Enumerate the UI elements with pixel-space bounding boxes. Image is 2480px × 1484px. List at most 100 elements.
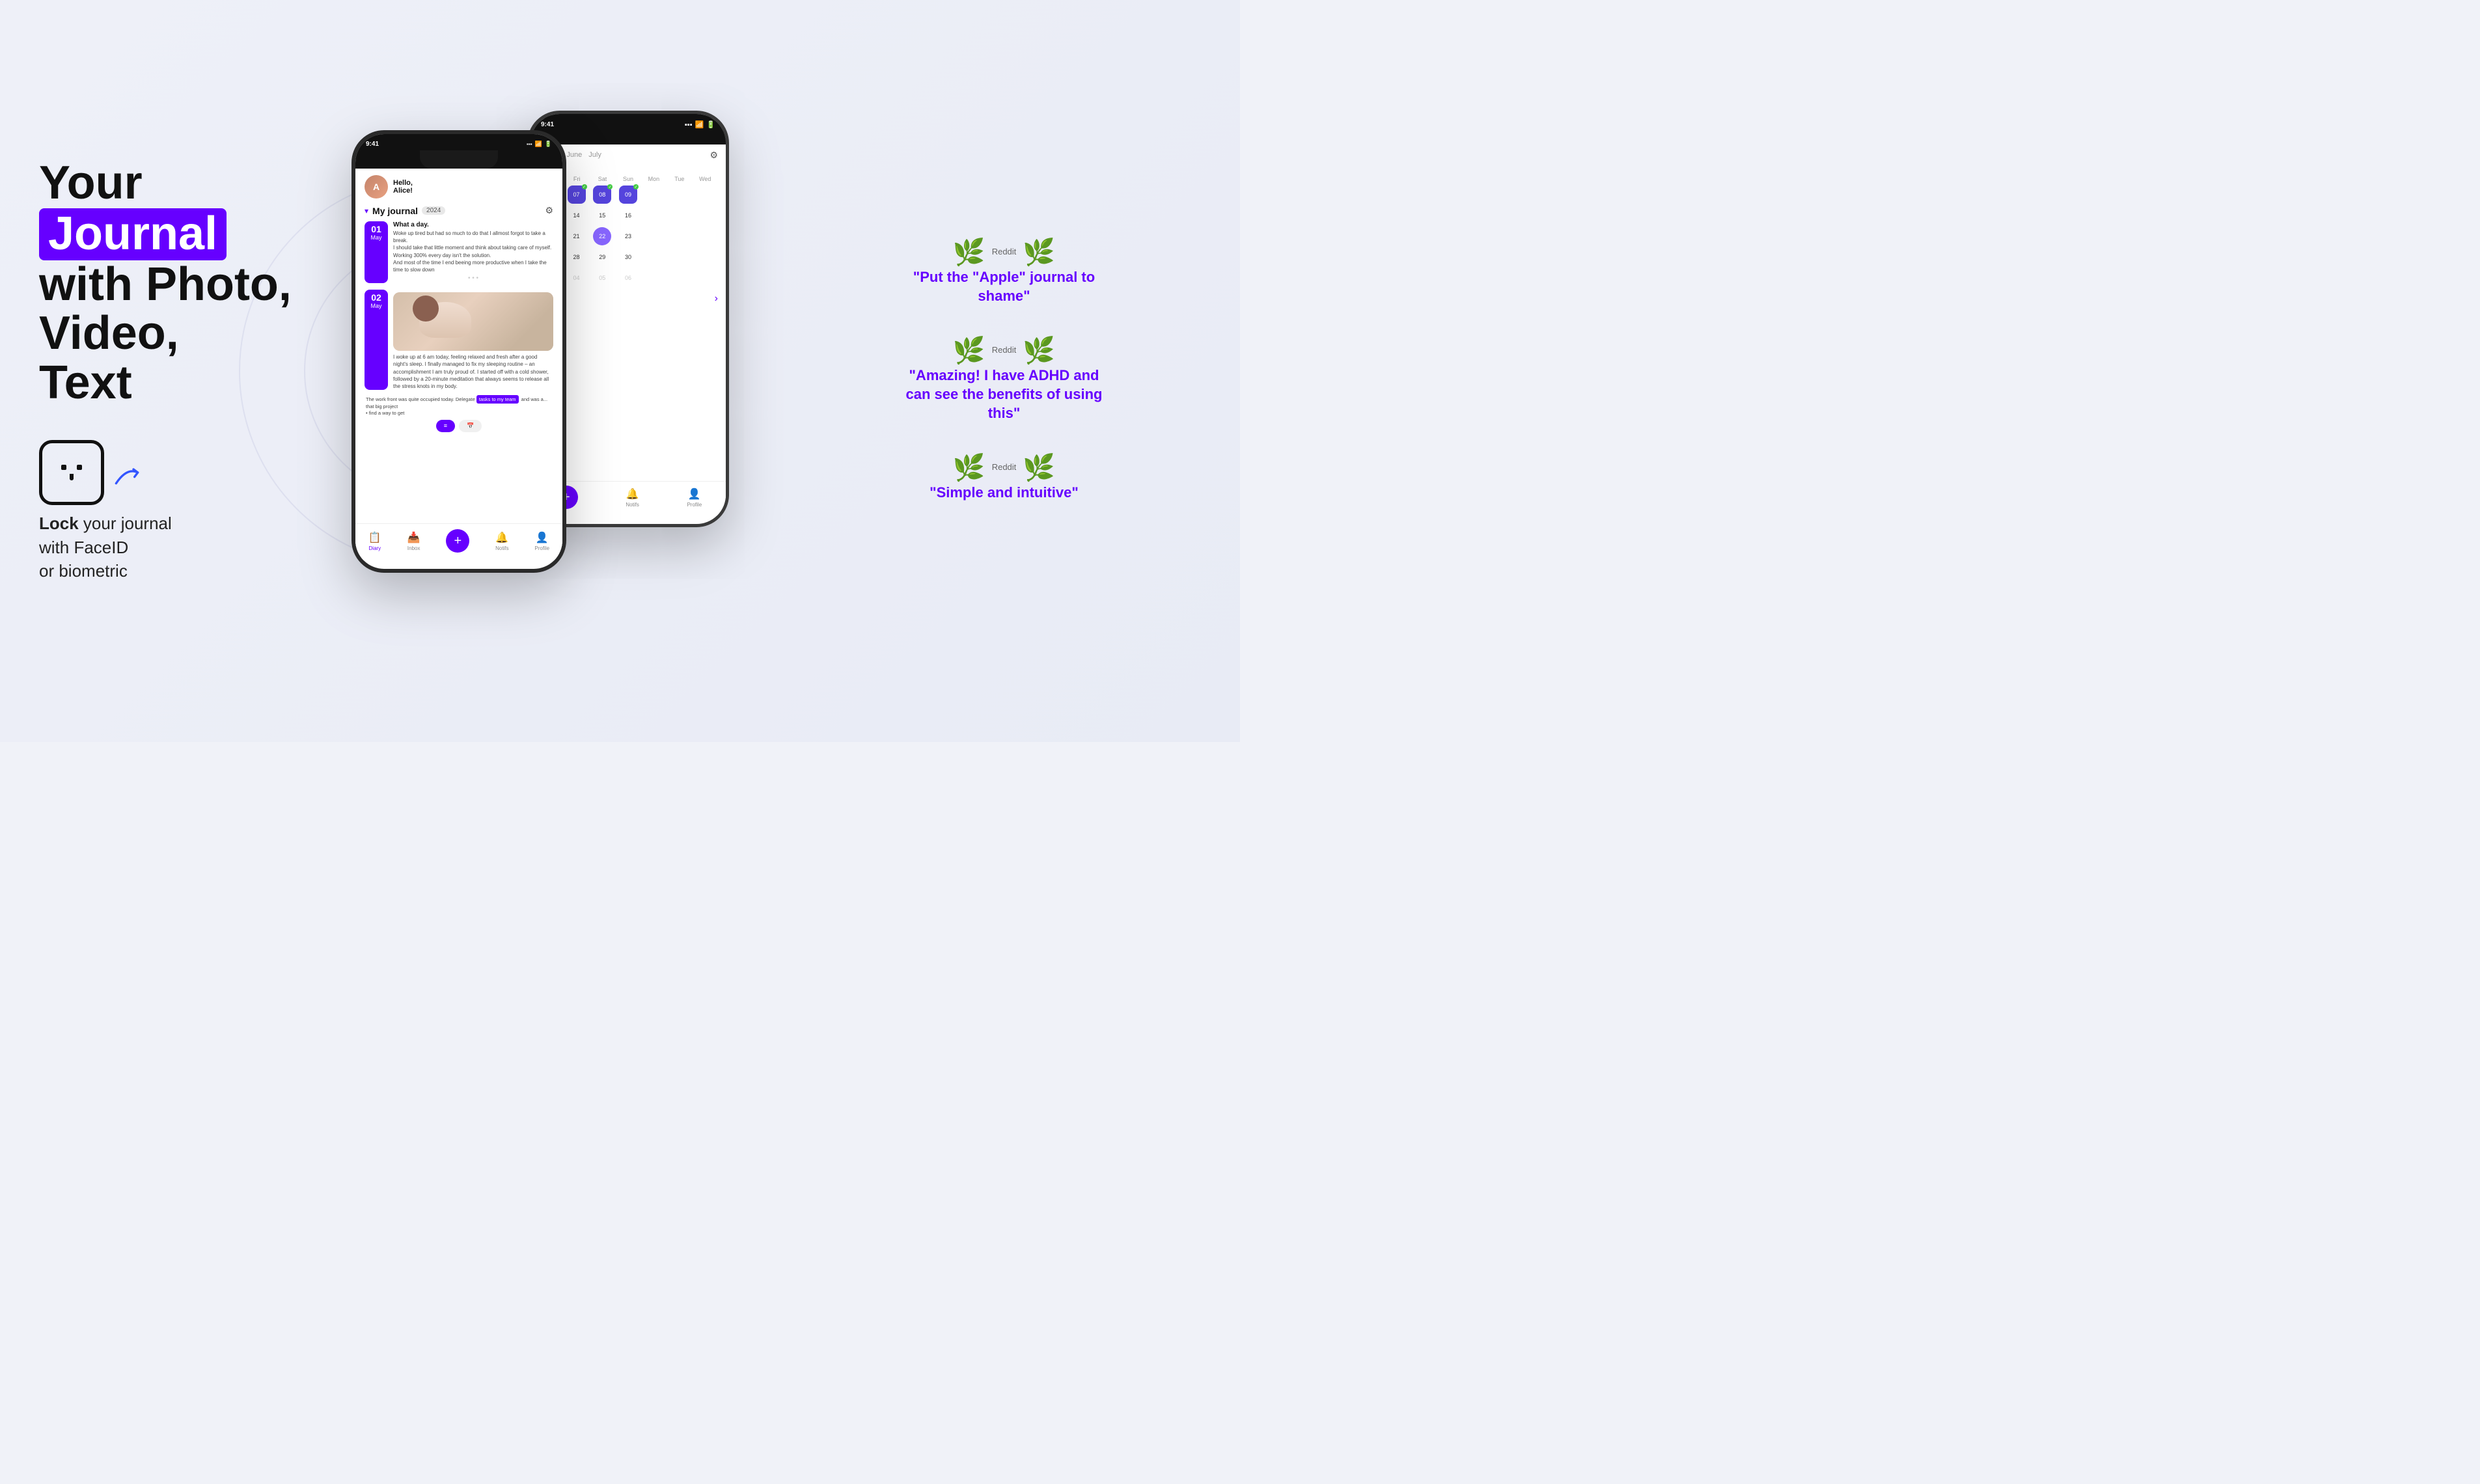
journal-chevron-icon[interactable]: ▾	[365, 206, 368, 215]
front-wifi-icon: 📶	[535, 141, 542, 148]
back-profile-label: Profile	[687, 502, 702, 508]
journal-title-row: ▾ My journal 2024 ⚙	[365, 205, 553, 216]
review-3: 🌿 Reddit 🌿 "Simple and intuitive"	[930, 455, 1079, 502]
cal-day-29[interactable]: 29	[593, 248, 611, 266]
cal-day-21[interactable]: 21	[568, 227, 586, 245]
entry-1-month: May	[370, 234, 381, 241]
entry-1-content: What a day. Woke up tired but had so muc…	[393, 221, 553, 283]
page-wrapper: Your Journal with Photo, Video, Text	[0, 0, 1240, 742]
laurel-right-2: 🌿	[1023, 338, 1055, 364]
front-nav-profile[interactable]: 👤 Profile	[534, 531, 549, 551]
cal-month-june[interactable]: June	[566, 151, 582, 160]
cal-day-empty3	[696, 186, 715, 204]
cal-day-07[interactable]: 07	[568, 186, 586, 204]
entry-2-day: 02	[368, 292, 384, 303]
back-nav-profile[interactable]: 👤 Profile	[687, 488, 702, 508]
right-section: 🌿 Reddit 🌿 "Put the "Apple" journal to s…	[781, 240, 1201, 502]
front-nav-notifs[interactable]: 🔔 Notifs	[495, 531, 508, 551]
cal-day-22[interactable]: 22	[593, 227, 611, 245]
journal-year-badge: 2024	[422, 206, 445, 215]
cal-day-empty6	[696, 206, 715, 225]
journal-gear-icon[interactable]: ⚙	[545, 205, 553, 216]
front-nav-add-button[interactable]: +	[446, 529, 469, 553]
cal-day-empty2	[670, 186, 689, 204]
journal-screen: A Hello, Alice! ▾ My journal 2024 ⚙	[355, 169, 562, 439]
laurel-left-2: 🌿	[953, 338, 985, 364]
cal-month-july[interactable]: July	[588, 151, 601, 160]
headline: Your Journal with Photo, Video, Text	[39, 159, 312, 407]
entry-2-date: 02 May	[365, 290, 388, 390]
headline-line1: Your Journal	[39, 159, 312, 260]
faceid-label: Lock your journalwith FaceIDor biometric	[39, 512, 172, 583]
profile-icon: 👤	[536, 531, 549, 544]
front-nav-diary[interactable]: 📋 Diary	[368, 531, 381, 551]
notifs-icon: 🔔	[495, 531, 508, 544]
cal-day-06b[interactable]: 06	[619, 269, 637, 287]
cal-hdr-mon: Mon	[641, 176, 667, 182]
cal-day-23[interactable]: 23	[619, 227, 637, 245]
phone-front: 9:41 ▪▪▪ 📶 🔋 A Hello, A	[351, 130, 566, 573]
cal-day-empty7	[645, 227, 663, 245]
review-3-source: Reddit	[992, 462, 1017, 472]
cal-day-28[interactable]: 28	[568, 248, 586, 266]
cal-hdr-fri: Fri	[564, 176, 589, 182]
front-notch	[420, 150, 498, 169]
entry-1-day: 01	[368, 224, 384, 234]
cal-day-empty8	[670, 227, 689, 245]
signal-icon: ▪▪▪	[685, 121, 693, 129]
cal-day-04[interactable]: 04	[568, 269, 586, 287]
laurel-right-3: 🌿	[1023, 455, 1055, 481]
inbox-label: Inbox	[407, 545, 420, 551]
cal-day-30[interactable]: 30	[619, 248, 637, 266]
front-nav-inbox[interactable]: 📥 Inbox	[407, 531, 420, 551]
faceid-face	[61, 465, 82, 480]
front-status-time: 9:41	[366, 141, 379, 148]
journal-header: A Hello, Alice!	[365, 175, 553, 199]
cal-day-16[interactable]: 16	[619, 206, 637, 225]
cal-day-empty10	[645, 248, 663, 266]
cal-day-15[interactable]: 15	[593, 206, 611, 225]
notifs-label: Notifs	[495, 545, 508, 551]
toolbar-pill-calendar[interactable]: 📅	[459, 420, 482, 432]
faceid-eyes	[61, 465, 82, 470]
cal-day-08[interactable]: 08	[593, 186, 611, 204]
cal-hdr-sun: Sun	[615, 176, 641, 182]
greeting-name: Alice!	[393, 187, 413, 195]
diary-icon: 📋	[368, 531, 381, 544]
faceid-icon-wrapper	[39, 440, 143, 505]
cal-day-empty5	[670, 206, 689, 225]
user-avatar: A	[365, 175, 388, 199]
cal-hdr-wed: Wed	[693, 176, 718, 182]
profile-label: Profile	[534, 545, 549, 551]
back-status-icons: ▪▪▪ 📶 🔋	[685, 120, 715, 129]
review-1: 🌿 Reddit 🌿 "Put the "Apple" journal to s…	[900, 240, 1109, 305]
lock-bold: Lock	[39, 514, 79, 533]
faceid-eye-right	[77, 465, 82, 470]
back-nav-notifs[interactable]: 🔔 Notifs	[626, 488, 639, 508]
cal-day-empty14	[670, 269, 689, 287]
headline-highlight: Journal	[39, 208, 227, 260]
cal-day-09[interactable]: 09	[619, 186, 637, 204]
list-icon: ≡	[444, 422, 447, 429]
toolbar-pill-list[interactable]: ≡	[436, 420, 455, 432]
back-notifs-label: Notifs	[626, 502, 639, 508]
laurel-left-3: 🌿	[953, 455, 985, 481]
cal-day-empty15	[696, 269, 715, 287]
front-status-icons: ▪▪▪ 📶 🔋	[527, 141, 552, 148]
headline-plain: Your	[39, 157, 143, 209]
front-battery-icon: 🔋	[545, 141, 552, 148]
headline-line3: Video,	[39, 309, 312, 359]
cal-gear-icon[interactable]: ⚙	[710, 150, 718, 161]
cal-day-14[interactable]: 14	[568, 206, 586, 225]
cal-day-empty13	[645, 269, 663, 287]
greeting-hello: Hello,	[393, 179, 413, 187]
inbox-icon: 📥	[407, 531, 420, 544]
cal-day-05[interactable]: 05	[593, 269, 611, 287]
front-phone-bottom-nav: 📋 Diary 📥 Inbox + 🔔 Notifs	[355, 523, 562, 560]
review-1-laurel-wrapper: 🌿 Reddit 🌿	[953, 240, 1055, 266]
entry-1-date: 01 May	[365, 221, 388, 283]
back-profile-icon: 👤	[688, 488, 701, 501]
greeting-block: Hello, Alice!	[393, 179, 413, 195]
entry-2-month: May	[370, 303, 381, 309]
faceid-eye-left	[61, 465, 66, 470]
